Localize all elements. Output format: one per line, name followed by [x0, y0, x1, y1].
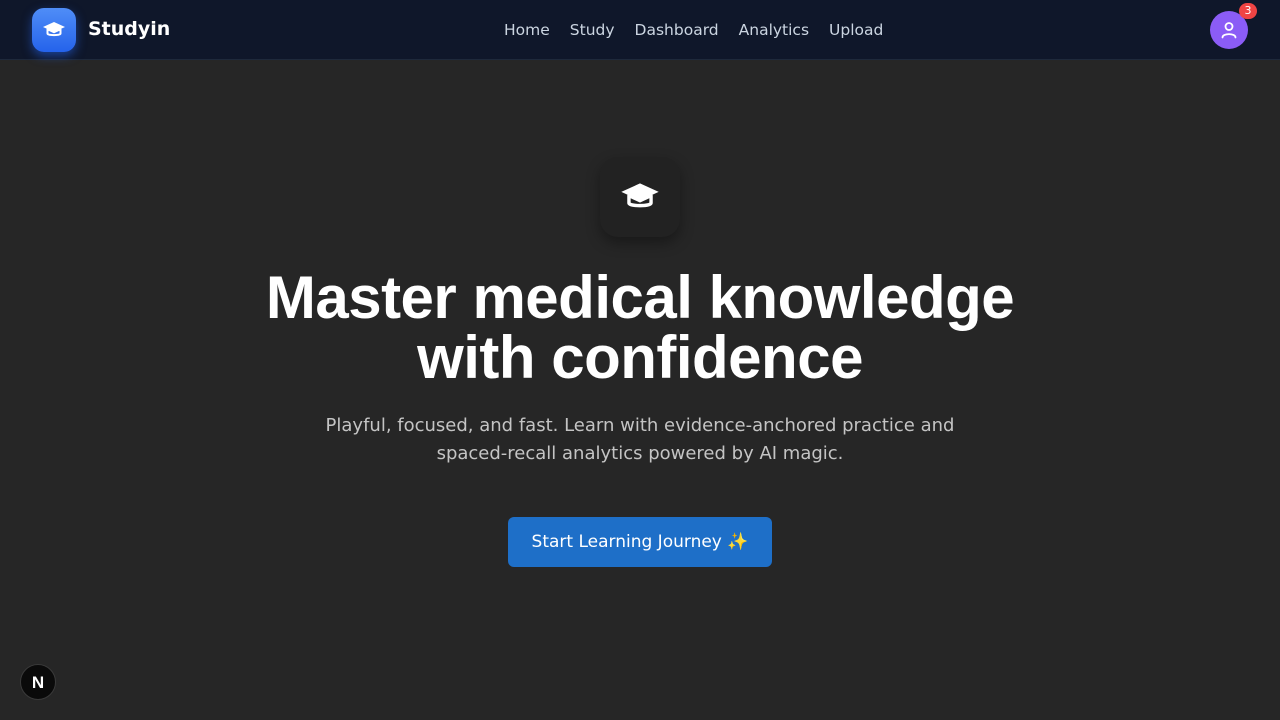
hero-icon-tile — [600, 157, 680, 237]
notification-badge: 3 — [1239, 3, 1257, 19]
subtext-line-1: Playful, focused, and fast. Learn with e… — [325, 415, 955, 436]
brand-name[interactable]: Studyin — [88, 17, 170, 41]
nav-upload[interactable]: Upload — [819, 18, 893, 42]
subtext-line-2: spaced-recall analytics powered by AI ma… — [436, 443, 844, 464]
logo[interactable] — [32, 8, 76, 52]
headline-line-2: with confidence — [417, 324, 863, 391]
start-learning-button[interactable]: Start Learning Journey ✨ — [508, 517, 772, 567]
dev-tools-badge[interactable]: N — [20, 664, 56, 700]
nav-home[interactable]: Home — [494, 18, 560, 42]
graduation-cap-icon — [43, 22, 65, 37]
hero-headline: Master medical knowledge with confidence — [140, 268, 1140, 388]
main-nav: Home Study Dashboard Analytics Upload — [494, 18, 893, 42]
nav-study[interactable]: Study — [560, 18, 625, 42]
nav-dashboard[interactable]: Dashboard — [625, 18, 729, 42]
user-icon — [1221, 22, 1237, 39]
nav-analytics[interactable]: Analytics — [729, 18, 819, 42]
headline-line-1: Master medical knowledge — [265, 264, 1015, 331]
graduation-cap-icon — [621, 183, 659, 208]
hero-subtext: Playful, focused, and fast. Learn with e… — [300, 412, 980, 468]
top-navigation-bar: Studyin Home Study Dashboard Analytics U… — [0, 0, 1280, 60]
